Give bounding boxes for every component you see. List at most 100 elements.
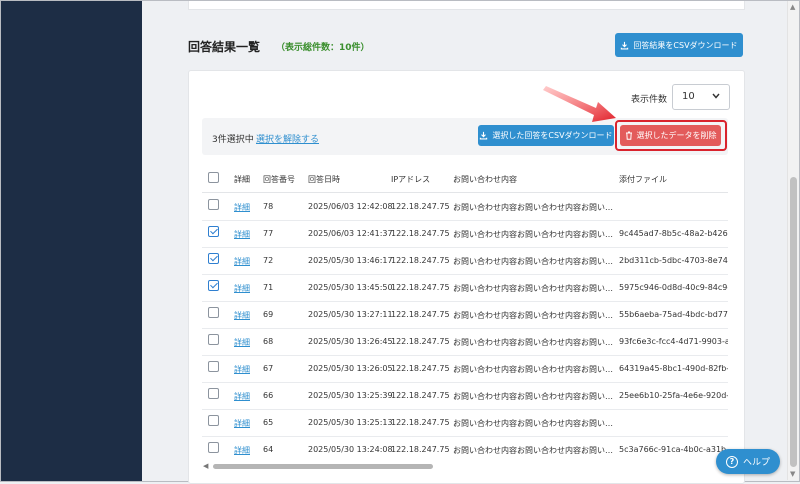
attachment-file: 25ee6b10-25fa-4e6e-920d-1c105 — [619, 391, 728, 400]
ip-address: 122.18.247.75 — [391, 202, 450, 211]
sidebar — [1, 1, 142, 481]
total-count-label: （表示総件数：10件） — [276, 43, 370, 53]
table-row: 詳細 77 2025/06/03 12:41:37 122.18.247.75 お問い合… — [202, 220, 728, 248]
answer-datetime: 2025/05/30 13:26:05 — [308, 364, 393, 373]
detail-link[interactable]: 詳細 — [234, 391, 250, 402]
ip-address: 122.18.247.75 — [391, 337, 450, 346]
table-row: 詳細 68 2025/05/30 13:26:45 122.18.247.75 お問い合… — [202, 328, 728, 356]
per-page-value: 10 — [682, 91, 695, 102]
answer-no: 77 — [263, 229, 274, 238]
row-checkbox[interactable] — [208, 415, 219, 426]
attachment-file: 55b6aeba-75ad-4bdc-bd77-759c — [619, 310, 728, 319]
vertical-scrollbar[interactable]: ▲ ▼ — [787, 1, 799, 480]
per-page-label: 表示件数 — [631, 95, 668, 105]
row-checkbox[interactable] — [208, 253, 219, 264]
ip-address: 122.18.247.75 — [391, 364, 450, 373]
row-checkbox[interactable] — [208, 199, 219, 210]
results-table: 詳細 回答番号 回答日時 IPアドレス お問い合わせ内容 添付ファイル 詳細 78… — [202, 166, 728, 456]
previous-card-edge — [188, 1, 745, 10]
header-detail: 詳細 — [234, 175, 250, 184]
attachment-file: 5975c946-0d8d-40c9-84c9-83d6 — [619, 283, 728, 292]
chevron-down-icon — [712, 93, 720, 99]
help-button[interactable]: ? ヘルプ — [716, 449, 780, 474]
inquiry-content: お問い合わせ内容お問い合わせ内容お問い… — [453, 446, 613, 455]
table-row: 詳細 69 2025/05/30 13:27:11 122.18.247.75 お問い合… — [202, 301, 728, 329]
answer-no: 67 — [263, 364, 274, 373]
detail-link[interactable]: 詳細 — [234, 283, 250, 294]
scroll-left-icon[interactable]: ◀ — [203, 462, 208, 470]
ip-address: 122.18.247.75 — [391, 445, 450, 454]
help-label: ヘルプ — [742, 458, 770, 468]
header-content: お問い合わせ内容 — [453, 175, 517, 184]
download-icon — [621, 41, 629, 49]
answer-datetime: 2025/05/30 13:26:45 — [308, 337, 393, 346]
row-checkbox[interactable] — [208, 307, 219, 318]
answer-datetime: 2025/05/30 13:25:13 — [308, 418, 393, 427]
vertical-scroll-thumb[interactable] — [790, 177, 797, 467]
answer-datetime: 2025/05/30 13:46:17 — [308, 256, 393, 265]
row-checkbox[interactable] — [208, 388, 219, 399]
attachment-file: 64319a45-8bc1-490d-82fb-04da5 — [619, 364, 728, 373]
download-selected-csv-button[interactable]: 選択した回答をCSVダウンロード — [478, 125, 614, 146]
answer-no: 72 — [263, 256, 274, 265]
ip-address: 122.18.247.75 — [391, 310, 450, 319]
annotation-arrow-icon — [543, 86, 616, 122]
answer-datetime: 2025/05/30 13:25:39 — [308, 391, 393, 400]
answer-no: 64 — [263, 445, 274, 454]
attachment-file: 2bd311cb-5dbc-4703-8e74-b0ee — [619, 256, 728, 265]
download-icon — [480, 131, 488, 140]
detail-link[interactable]: 詳細 — [234, 310, 250, 321]
answer-no: 78 — [263, 202, 274, 211]
download-all-csv-button[interactable]: 回答結果をCSVダウンロード — [615, 33, 743, 57]
page-title: 回答結果一覧 — [188, 40, 261, 54]
detail-link[interactable]: 詳細 — [234, 337, 250, 348]
answer-no: 71 — [263, 283, 274, 292]
header-answer-no: 回答番号 — [263, 175, 295, 184]
download-all-csv-label: 回答結果をCSVダウンロード — [633, 40, 738, 50]
horizontal-scrollbar[interactable]: ◀ — [202, 462, 728, 471]
answer-no: 65 — [263, 418, 274, 427]
row-checkbox[interactable] — [208, 361, 219, 372]
answer-datetime: 2025/06/03 12:41:37 — [308, 229, 393, 238]
inquiry-content: お問い合わせ内容お問い合わせ内容お問い… — [453, 392, 613, 401]
scroll-down-icon[interactable]: ▼ — [790, 470, 795, 478]
detail-link[interactable]: 詳細 — [234, 418, 250, 429]
help-icon: ? — [725, 455, 738, 468]
table-row: 詳細 65 2025/05/30 13:25:13 122.18.247.75 お問い合… — [202, 409, 728, 437]
answer-datetime: 2025/05/30 13:45:50 — [308, 283, 393, 292]
inquiry-content: お問い合わせ内容お問い合わせ内容お問い… — [453, 419, 613, 428]
delete-selected-button[interactable]: 選択したデータを削除 — [620, 125, 721, 146]
row-checkbox[interactable] — [208, 280, 219, 291]
detail-link[interactable]: 詳細 — [234, 229, 250, 240]
answer-datetime: 2025/06/03 12:42:08 — [308, 202, 393, 211]
row-checkbox[interactable] — [208, 442, 219, 453]
ip-address: 122.18.247.75 — [391, 391, 450, 400]
inquiry-content: お問い合わせ内容お問い合わせ内容お問い… — [453, 311, 613, 320]
table-row: 詳細 64 2025/05/30 13:24:08 122.18.247.75 お問い合… — [202, 436, 728, 456]
row-checkbox[interactable] — [208, 334, 219, 345]
table-row: 詳細 67 2025/05/30 13:26:05 122.18.247.75 お問い合… — [202, 355, 728, 383]
table-row: 詳細 72 2025/05/30 13:46:17 122.18.247.75 お問い合… — [202, 247, 728, 275]
ip-address: 122.18.247.75 — [391, 418, 450, 427]
answer-datetime: 2025/05/30 13:27:11 — [308, 310, 393, 319]
clear-selection-link[interactable]: 選択を解除する — [256, 132, 319, 145]
row-checkbox[interactable] — [208, 226, 219, 237]
answer-no: 66 — [263, 391, 274, 400]
detail-link[interactable]: 詳細 — [234, 256, 250, 267]
table-header: 詳細 回答番号 回答日時 IPアドレス お問い合わせ内容 添付ファイル — [202, 166, 728, 193]
scroll-up-icon[interactable]: ▲ — [790, 3, 795, 11]
table-row: 詳細 71 2025/05/30 13:45:50 122.18.247.75 お問い合… — [202, 274, 728, 302]
answer-datetime: 2025/05/30 13:24:08 — [308, 445, 393, 454]
detail-link[interactable]: 詳細 — [234, 445, 250, 456]
inquiry-content: お問い合わせ内容お問い合わせ内容お問い… — [453, 284, 613, 293]
answer-no: 69 — [263, 310, 274, 319]
attachment-file: 93fc6e3c-fcc4-4d71-9903-a7c9f5 — [619, 337, 728, 346]
detail-link[interactable]: 詳細 — [234, 364, 250, 375]
select-all-checkbox[interactable] — [208, 172, 219, 183]
download-selected-label: 選択した回答をCSVダウンロード — [492, 131, 613, 140]
horizontal-scroll-thumb[interactable] — [213, 464, 433, 469]
table-row: 詳細 66 2025/05/30 13:25:39 122.18.247.75 お問い合… — [202, 382, 728, 410]
inquiry-content: お問い合わせ内容お問い合わせ内容お問い… — [453, 203, 613, 212]
per-page-select[interactable]: 10 — [672, 84, 730, 110]
detail-link[interactable]: 詳細 — [234, 202, 250, 213]
